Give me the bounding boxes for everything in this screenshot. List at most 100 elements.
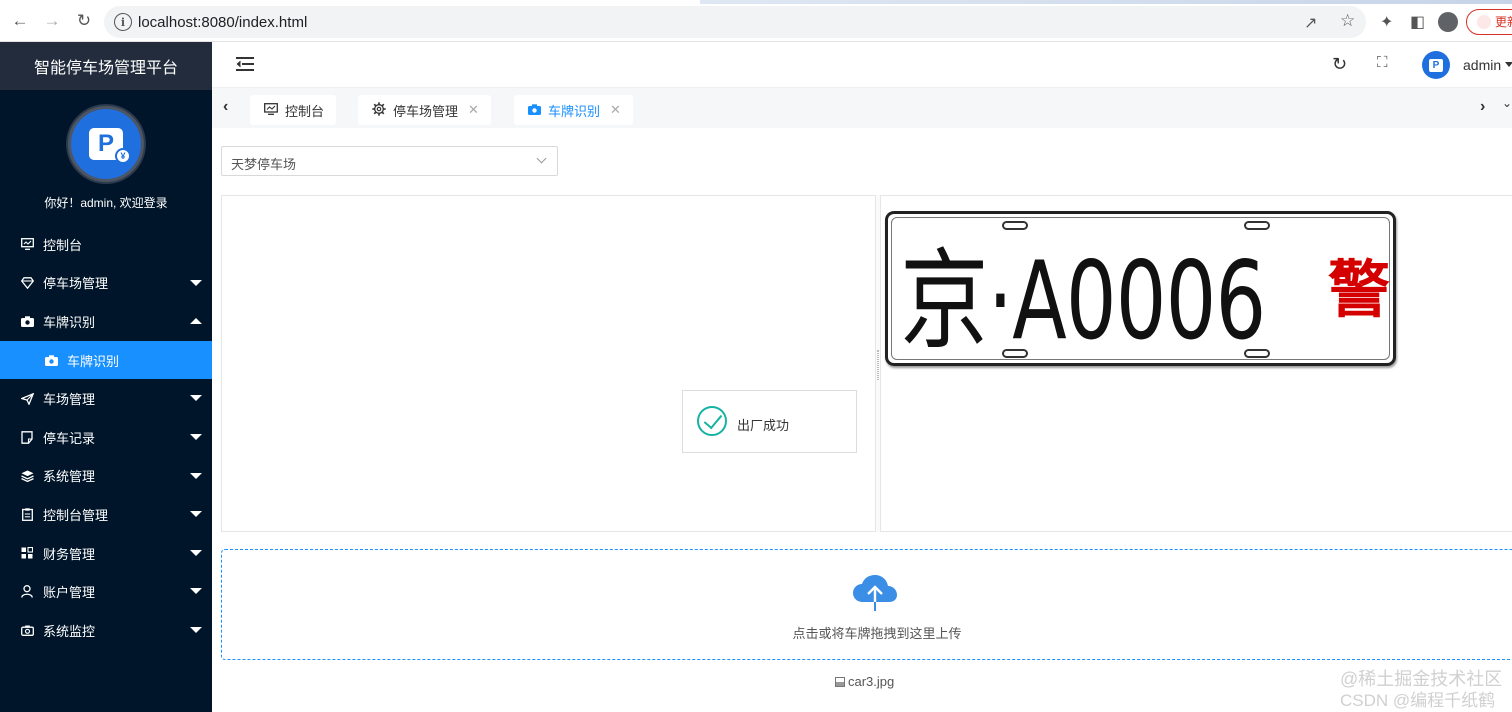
- sidebar-item-label: 财务管理: [43, 546, 96, 562]
- sidebar-item-yard-management[interactable]: 车场管理: [0, 379, 212, 418]
- menu-collapse-icon[interactable]: [236, 56, 254, 72]
- sidebar-item-console-management[interactable]: 控制台管理: [0, 495, 212, 534]
- sidebar-item-label: 停车记录: [43, 430, 96, 446]
- watermark: @稀土掘金技术社区 CSDN @编程千纸鹤: [1340, 668, 1502, 712]
- uploaded-file-item[interactable]: car3.jpg: [835, 674, 894, 689]
- watermark-line2: CSDN @编程千纸鹤: [1340, 691, 1496, 710]
- tabs-more-chevron-icon[interactable]: ⌄: [1502, 96, 1512, 120]
- browser-tabstrip-edge: [700, 0, 1512, 4]
- url-text[interactable]: localhost:8080/index.html: [138, 14, 307, 31]
- refresh-icon[interactable]: ↻: [1332, 54, 1347, 75]
- logo-avatar: P ¥: [68, 106, 144, 182]
- update-button[interactable]: 更新: [1466, 9, 1512, 35]
- dashboard-icon: [264, 102, 278, 118]
- upload-hint: 点击或将车牌拖拽到这里上传: [792, 626, 962, 641]
- welcome-text: 你好！admin, 欢迎登录: [44, 196, 168, 210]
- cloud-upload-icon: [853, 575, 897, 611]
- chevron-up-icon: [190, 318, 202, 325]
- chevron-down-icon: [190, 588, 202, 595]
- license-plate-image: 京·A0006 警: [885, 211, 1396, 366]
- sidebar-item-parking-records[interactable]: 停车记录: [0, 418, 212, 457]
- chevron-down-icon: [190, 626, 202, 633]
- info-icon[interactable]: i: [114, 13, 132, 31]
- tabs-bar: ‹ 控制台 停车场管理 ✕ 车牌识别 ✕ › ⌄: [212, 88, 1512, 128]
- parking-lot-select-value: 天梦停车场: [231, 157, 297, 172]
- tab-dashboard[interactable]: 控制台: [250, 95, 337, 125]
- upload-dropzone[interactable]: 点击或将车牌拖拽到这里上传: [221, 549, 1512, 660]
- close-icon[interactable]: ✕: [468, 102, 479, 118]
- chevron-down-icon: [190, 549, 202, 556]
- forward-arrow-icon[interactable]: →: [42, 11, 62, 31]
- splitter-handle-icon[interactable]: [877, 350, 879, 380]
- side-panel-icon[interactable]: ◧: [1410, 12, 1425, 32]
- watermark-line1: @稀土掘金技术社区: [1340, 669, 1503, 689]
- note-icon: [20, 430, 34, 444]
- camera-icon: [528, 103, 541, 118]
- tab-parking-lot-management[interactable]: 停车场管理 ✕: [358, 95, 491, 125]
- sidebar-item-label: 停车场管理: [43, 276, 109, 292]
- clipboard-icon: [20, 507, 34, 521]
- exit-success-message: 出厂成功: [682, 390, 857, 453]
- parking-logo-icon: P: [1429, 58, 1443, 72]
- tabs-scroll-left-icon[interactable]: ‹: [223, 98, 228, 116]
- top-header: ↻ ⛶ P admin: [212, 42, 1512, 88]
- check-circle-icon: [697, 406, 727, 436]
- camera-preview-panel: [221, 195, 876, 532]
- sidebar-item-label: 车场管理: [43, 392, 96, 408]
- uploaded-file-name[interactable]: car3.jpg: [848, 674, 894, 689]
- extensions-puzzle-icon[interactable]: ✦: [1380, 12, 1393, 32]
- toast-text: 出厂成功: [737, 418, 790, 433]
- sidebar-menu: 控制台 停车场管理 车牌识别 车牌识别 车场管理 停车记录 系统管理 控制台管理…: [0, 225, 212, 650]
- tab-label: 停车场管理: [393, 103, 459, 119]
- tab-label: 控制台: [285, 103, 325, 119]
- sidebar-item-label: 系统监控: [43, 623, 96, 639]
- sidebar-item-dashboard[interactable]: 控制台: [0, 225, 212, 264]
- chevron-down-icon: [190, 395, 202, 402]
- share-icon[interactable]: ↗: [1304, 13, 1317, 33]
- user-avatar[interactable]: P: [1422, 51, 1450, 79]
- chevron-down-icon: [190, 279, 202, 286]
- camera-icon: [44, 353, 58, 367]
- plate-characters: 京·A0006 警: [900, 224, 1390, 364]
- sidebar-subitem-plate-recognition[interactable]: 车牌识别: [0, 340, 212, 380]
- diamond-icon: [20, 276, 34, 290]
- layers-icon: [20, 469, 34, 483]
- chevron-down-icon: [190, 433, 202, 440]
- user-icon: [20, 585, 34, 599]
- caret-down-icon[interactable]: [1505, 62, 1512, 67]
- sidebar-item-plate-recognition[interactable]: 车牌识别: [0, 302, 212, 341]
- sidebar-item-label: 账户管理: [43, 585, 96, 601]
- app-title: 智能停车场管理平台: [0, 42, 212, 90]
- profile-avatar-icon[interactable]: [1438, 12, 1458, 32]
- bookmark-star-icon[interactable]: ☆: [1340, 11, 1355, 31]
- chevron-down-icon: [190, 511, 202, 518]
- camera-outline-icon: [20, 623, 34, 637]
- sidebar-item-system-management[interactable]: 系统管理: [0, 457, 212, 496]
- close-icon[interactable]: ✕: [610, 102, 621, 118]
- sidebar-item-label: 系统管理: [43, 469, 96, 485]
- sidebar-item-accounts[interactable]: 账户管理: [0, 572, 212, 611]
- sidebar: 智能停车场管理平台 P ¥ 你好！admin, 欢迎登录 控制台 停车场管理 车牌…: [0, 42, 212, 712]
- sidebar-item-label: 车牌识别: [43, 314, 96, 330]
- tabs-scroll-right-icon[interactable]: ›: [1480, 98, 1485, 116]
- image-file-icon: [835, 676, 845, 687]
- parking-logo-icon: P ¥: [89, 128, 131, 164]
- sidebar-item-finance[interactable]: 财务管理: [0, 534, 212, 573]
- tab-plate-recognition[interactable]: 车牌识别 ✕: [514, 95, 633, 125]
- back-arrow-icon[interactable]: ←: [10, 11, 30, 31]
- chevron-down-icon: [190, 472, 202, 479]
- sidebar-item-label: 控制台: [43, 237, 83, 253]
- sidebar-item-parking-lot[interactable]: 停车场管理: [0, 264, 212, 303]
- sidebar-item-label: 车牌识别: [67, 353, 120, 369]
- dashboard-icon: [20, 237, 34, 251]
- sidebar-item-system-monitor[interactable]: 系统监控: [0, 611, 212, 650]
- reload-icon[interactable]: ↻: [74, 11, 94, 31]
- camera-icon: [20, 314, 34, 328]
- username-label[interactable]: admin: [1463, 57, 1501, 73]
- address-bar[interactable]: i localhost:8080/index.html ↗ ☆: [104, 6, 1366, 38]
- plate-number: 京·A0006: [900, 238, 1266, 364]
- chevron-down-icon: [536, 153, 547, 164]
- grid-icon: [20, 546, 34, 560]
- parking-lot-select[interactable]: 天梦停车场: [221, 146, 558, 176]
- fullscreen-icon[interactable]: ⛶: [1377, 54, 1388, 71]
